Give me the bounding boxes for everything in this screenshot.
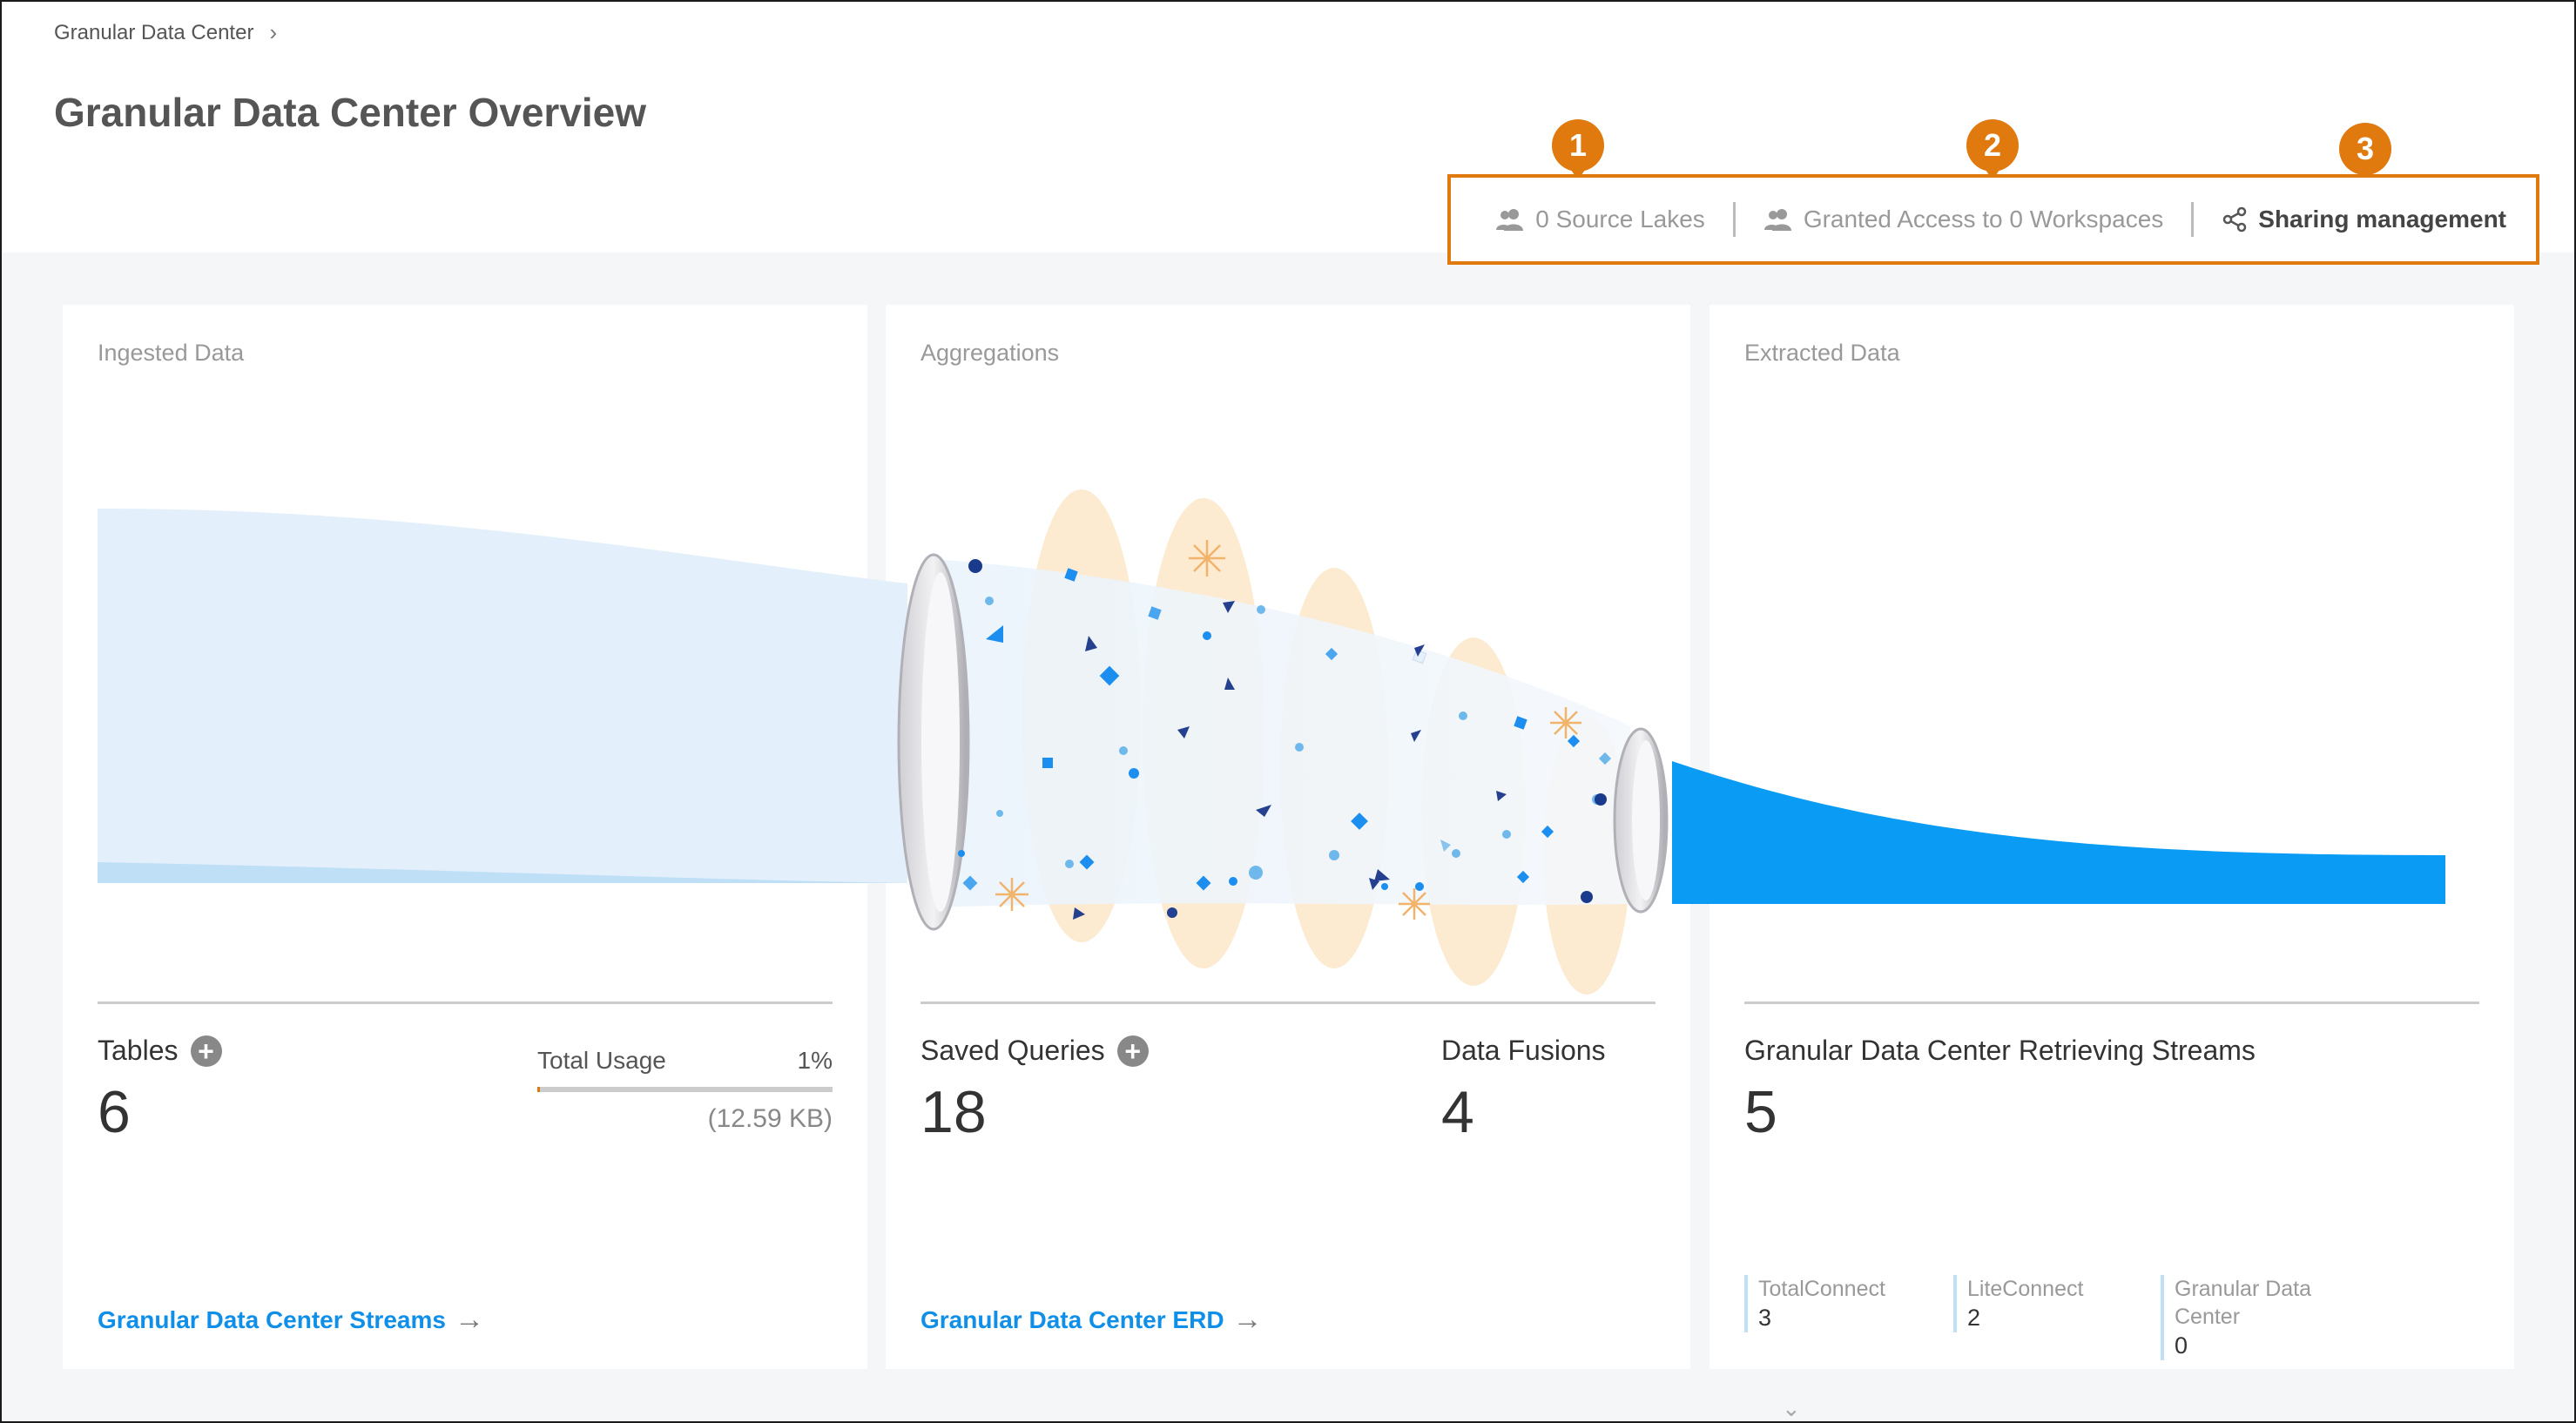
retrieving-streams-label: Granular Data Center Retrieving Streams: [1744, 1035, 2256, 1066]
arrow-right-icon: →: [1232, 1303, 1263, 1336]
separator: [1732, 202, 1736, 237]
extracted-data-card: Extracted Data Granular Data Center Retr…: [1709, 305, 2514, 1369]
sharing-management-button[interactable]: Sharing management: [2222, 206, 2506, 233]
callout-badge: 2: [1966, 119, 2019, 172]
saved-queries-label-text: Saved Queries: [920, 1035, 1105, 1066]
callout-badge: 1: [1552, 119, 1604, 172]
sub-stat-label: Granular Data Center: [2175, 1277, 2312, 1329]
sub-stat-value: 3: [1758, 1305, 1772, 1331]
action-bar: 0 Source Lakes Granted Access to 0 Works…: [1447, 174, 2539, 265]
card-title: Extracted Data: [1744, 340, 1900, 366]
sub-stat-value: 0: [2175, 1332, 2188, 1359]
total-usage-label: Total Usage: [537, 1047, 666, 1074]
granted-access-label: Granted Access to 0 Workspaces: [1803, 206, 2164, 233]
aggregations-card: Aggregations Saved Queries + 18 Data Fus…: [886, 305, 1690, 1369]
tables-count: 6: [98, 1079, 131, 1145]
erd-link-text: Granular Data Center ERD: [920, 1305, 1224, 1333]
separator: [2191, 202, 2195, 237]
granted-access-button[interactable]: Granted Access to 0 Workspaces: [1763, 206, 2163, 233]
sub-stat-granular: Granular Data Center 0: [2161, 1275, 2317, 1360]
share-icon: [2223, 206, 2247, 233]
usage-progress-bar: [537, 1087, 833, 1092]
people-icon: [1496, 209, 1524, 231]
data-fusions-count: 4: [1441, 1079, 1474, 1145]
sub-stat-liteconnect: LiteConnect 2: [1953, 1275, 2145, 1332]
page-title: Granular Data Center Overview: [54, 90, 647, 135]
tables-label: Tables +: [98, 1035, 222, 1067]
sharing-management-label: Sharing management: [2258, 206, 2506, 233]
divider: [98, 1001, 833, 1004]
total-usage-size: (12.59 KB): [707, 1104, 833, 1133]
source-lakes-label: 0 Source Lakes: [1535, 206, 1705, 233]
streams-link[interactable]: Granular Data Center Streams →: [98, 1303, 484, 1337]
retrieving-streams-count: 5: [1744, 1079, 1777, 1145]
divider: [1744, 1001, 2479, 1004]
people-icon: [1763, 209, 1791, 231]
chevron-down-icon[interactable]: ⌄: [1782, 1395, 1801, 1421]
divider: [920, 1001, 1656, 1004]
app-window: Granular Data Center › Granular Data Cen…: [0, 0, 2576, 1423]
card-title: Aggregations: [920, 340, 1060, 366]
plus-icon[interactable]: +: [1116, 1035, 1149, 1067]
plus-icon[interactable]: +: [190, 1035, 222, 1067]
source-lakes-button[interactable]: 0 Source Lakes: [1495, 206, 1705, 233]
usage-progress-fill: [537, 1087, 541, 1092]
chevron-right-icon: ›: [269, 19, 278, 45]
erd-link[interactable]: Granular Data Center ERD →: [920, 1303, 1263, 1337]
sub-stat-label: TotalConnect: [1758, 1277, 1885, 1301]
tables-label-text: Tables: [98, 1035, 179, 1066]
arrow-right-icon: →: [454, 1303, 484, 1336]
sub-stat-label: LiteConnect: [1967, 1277, 2084, 1301]
breadcrumb-link[interactable]: Granular Data Center: [54, 21, 253, 45]
streams-link-text: Granular Data Center Streams: [98, 1305, 446, 1333]
saved-queries-count: 18: [920, 1079, 987, 1145]
breadcrumb: Granular Data Center ›: [54, 19, 277, 46]
callout-badge: 3: [2339, 123, 2391, 175]
ingested-data-card: Ingested Data Tables + 6 Total Usage 1% …: [63, 305, 867, 1369]
sub-stat-value: 2: [1967, 1305, 1981, 1331]
saved-queries-label: Saved Queries +: [920, 1035, 1149, 1067]
total-usage-percent: 1%: [797, 1047, 833, 1074]
sub-stat-totalconnect: TotalConnect 3: [1744, 1275, 1936, 1332]
data-fusions-label: Data Fusions: [1441, 1035, 1606, 1066]
card-title: Ingested Data: [98, 340, 245, 366]
